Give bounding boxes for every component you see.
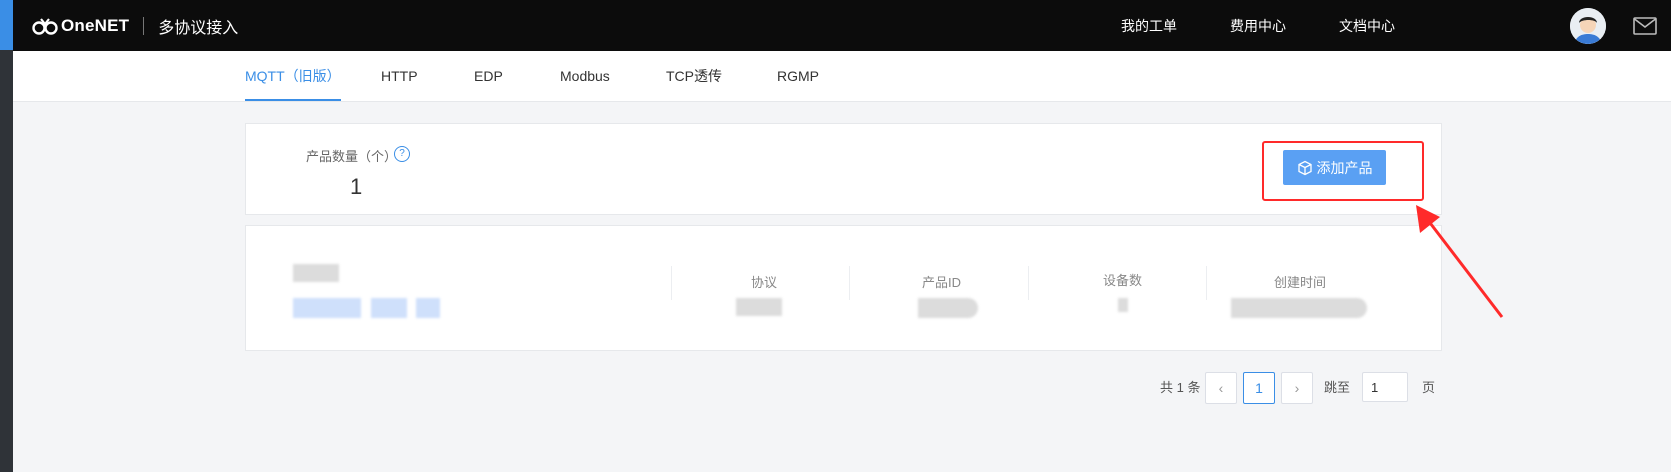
left-strip bbox=[0, 0, 13, 472]
tab-http[interactable]: HTTP bbox=[381, 51, 418, 101]
logo[interactable]: OneNET 多协议接入 bbox=[31, 14, 238, 38]
column-header-device-count: 设备数 bbox=[1103, 273, 1143, 288]
topbar: OneNET 多协议接入 我的工单 费用中心 文档中心 bbox=[13, 0, 1671, 51]
product-list-item[interactable]: 协议 产品ID 设备数 创建时间 bbox=[245, 225, 1442, 351]
column-header-protocol: 协议 bbox=[751, 275, 778, 290]
product-desc-redacted bbox=[293, 298, 361, 318]
column-divider bbox=[1028, 266, 1029, 300]
tab-rgmp[interactable]: RGMP bbox=[777, 51, 819, 101]
column-divider bbox=[671, 266, 672, 300]
tab-edp[interactable]: EDP bbox=[474, 51, 503, 101]
logo-separator bbox=[143, 17, 145, 35]
protocol-tabs: MQTT（旧版） HTTP EDP Modbus TCP透传 RGMP bbox=[13, 51, 1671, 102]
cube-icon bbox=[1297, 160, 1312, 175]
logo-text: OneNET bbox=[61, 16, 130, 35]
column-header-created-time: 创建时间 bbox=[1274, 275, 1327, 290]
left-strip-accent bbox=[0, 0, 13, 50]
tab-modbus[interactable]: Modbus bbox=[560, 51, 610, 101]
pagination-total: 共 1 条 bbox=[1160, 380, 1201, 395]
next-page-button[interactable]: › bbox=[1281, 372, 1313, 404]
created-time-redacted bbox=[1231, 298, 1367, 318]
column-divider bbox=[1206, 266, 1207, 300]
jump-to-page-input[interactable] bbox=[1362, 372, 1408, 402]
product-desc-redacted bbox=[416, 298, 440, 318]
column-header-product-id: 产品ID bbox=[922, 275, 962, 290]
product-count-label: 产品数量（个） bbox=[306, 149, 398, 164]
jump-to-label: 跳至 bbox=[1324, 380, 1351, 395]
tab-mqtt-legacy[interactable]: MQTT（旧版） bbox=[245, 51, 341, 101]
avatar[interactable] bbox=[1570, 8, 1606, 44]
product-id-redacted bbox=[918, 298, 978, 318]
product-count-value: 1 bbox=[350, 174, 363, 199]
onenet-logo-icon bbox=[32, 18, 58, 35]
protocol-value-redacted bbox=[736, 298, 782, 316]
add-product-label: 添加产品 bbox=[1316, 159, 1373, 176]
user-avatar-icon bbox=[1570, 8, 1606, 44]
nav-docs-center[interactable]: 文档中心 bbox=[1339, 16, 1395, 36]
page-1-button[interactable]: 1 bbox=[1243, 372, 1275, 404]
tab-tcp-passthrough[interactable]: TCP透传 bbox=[666, 51, 722, 101]
help-icon[interactable]: ? bbox=[394, 146, 410, 162]
prev-page-button[interactable]: ‹ bbox=[1205, 372, 1237, 404]
app-title: 多协议接入 bbox=[158, 20, 239, 37]
nav-billing-center[interactable]: 费用中心 bbox=[1230, 16, 1286, 36]
product-name-redacted bbox=[293, 264, 339, 282]
page-suffix-label: 页 bbox=[1422, 380, 1436, 395]
device-count-redacted bbox=[1118, 298, 1128, 312]
column-divider bbox=[849, 266, 850, 300]
nav-my-tickets[interactable]: 我的工单 bbox=[1121, 16, 1177, 36]
product-desc-redacted bbox=[371, 298, 407, 318]
mail-icon[interactable] bbox=[1633, 17, 1657, 35]
add-product-button[interactable]: 添加产品 bbox=[1283, 150, 1386, 185]
